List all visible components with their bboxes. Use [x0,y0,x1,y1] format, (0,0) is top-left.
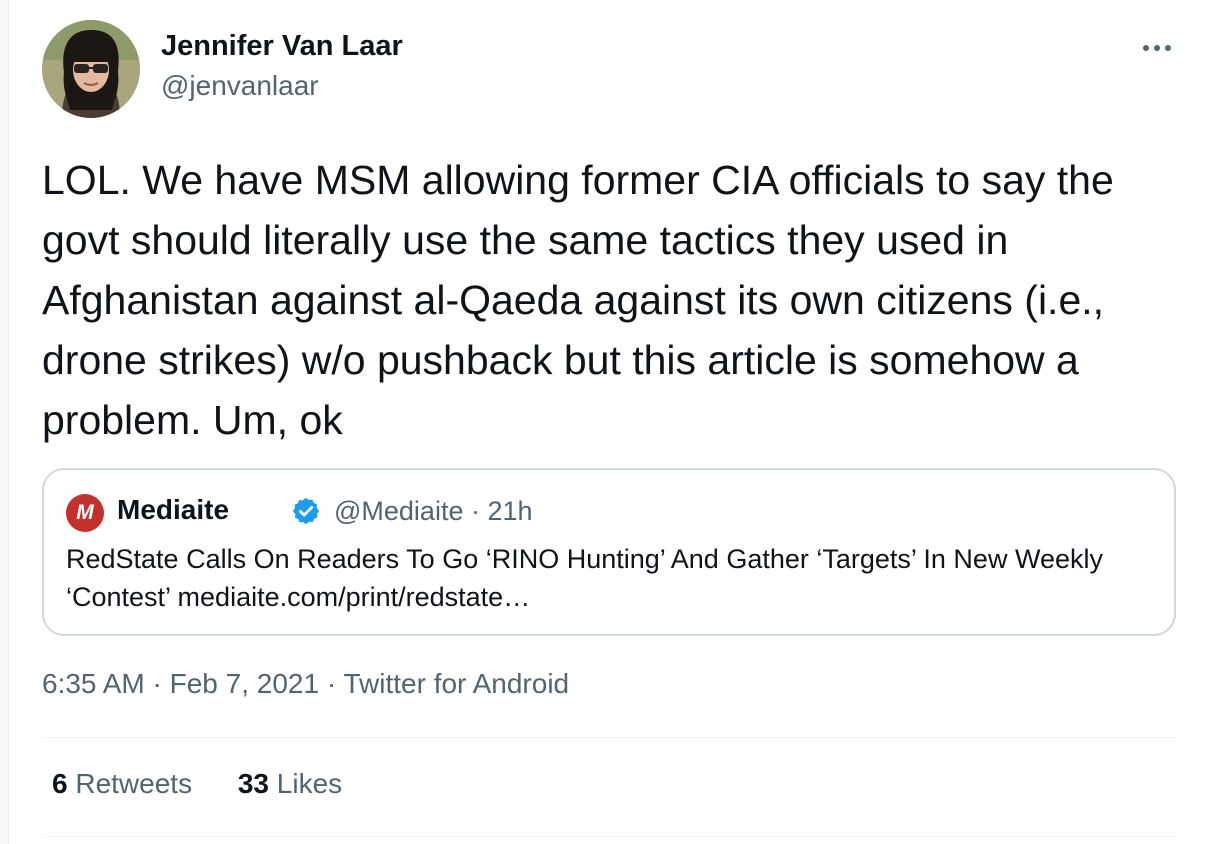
tweet-meta: 6:35 AM · Feb 7, 2021 · Twitter for Andr… [42,668,569,700]
quoted-separator: · [470,496,480,526]
more-icon [1143,45,1171,51]
likes-count: 33 [237,768,270,799]
meta-separator-2: · [326,668,337,699]
meta-separator-1: · [152,668,162,699]
author-handle[interactable]: @jenvanlaar [161,70,319,102]
quoted-author-name[interactable]: Mediaite [117,494,229,526]
likes-label: Likes [276,768,343,799]
retweets-stat[interactable]: 6 Retweets [52,768,192,800]
quoted-tweet-text: RedState Calls On Readers To Go ‘RINO Hu… [66,544,1103,612]
more-options-button[interactable] [1132,28,1182,68]
avatar[interactable] [42,20,140,118]
tweet-stats: 6 Retweets 33 Likes [52,768,380,800]
retweets-label: Retweets [75,768,193,799]
divider-top [42,737,1178,738]
quoted-tweet-card[interactable]: M Mediaite @Mediaite · 21h RedState Call… [42,468,1176,636]
likes-stat[interactable]: 33 Likes [238,768,342,800]
quoted-time[interactable]: 21h [488,496,533,526]
divider-bottom [42,836,1178,837]
tweet-time[interactable]: 6:35 AM [42,668,145,699]
verified-badge-icon [292,497,320,525]
avatar-image [42,20,140,118]
quoted-author-handle[interactable]: @Mediaite [334,496,463,526]
tweet-source[interactable]: Twitter for Android [343,668,569,699]
tweet-date[interactable]: Feb 7, 2021 [170,668,319,699]
mediaite-logo-icon: M [66,494,104,532]
tweet: Jennifer Van Laar @jenvanlaar LOL. We ha… [0,0,1208,844]
mediaite-logo-letter: M [76,501,94,524]
retweets-count: 6 [52,768,68,799]
tweet-text: LOL. We have MSM allowing former CIA off… [42,157,1114,443]
author-name[interactable]: Jennifer Van Laar [161,30,403,63]
quoted-author-handle-line: @Mediaite · 21h [334,496,533,527]
